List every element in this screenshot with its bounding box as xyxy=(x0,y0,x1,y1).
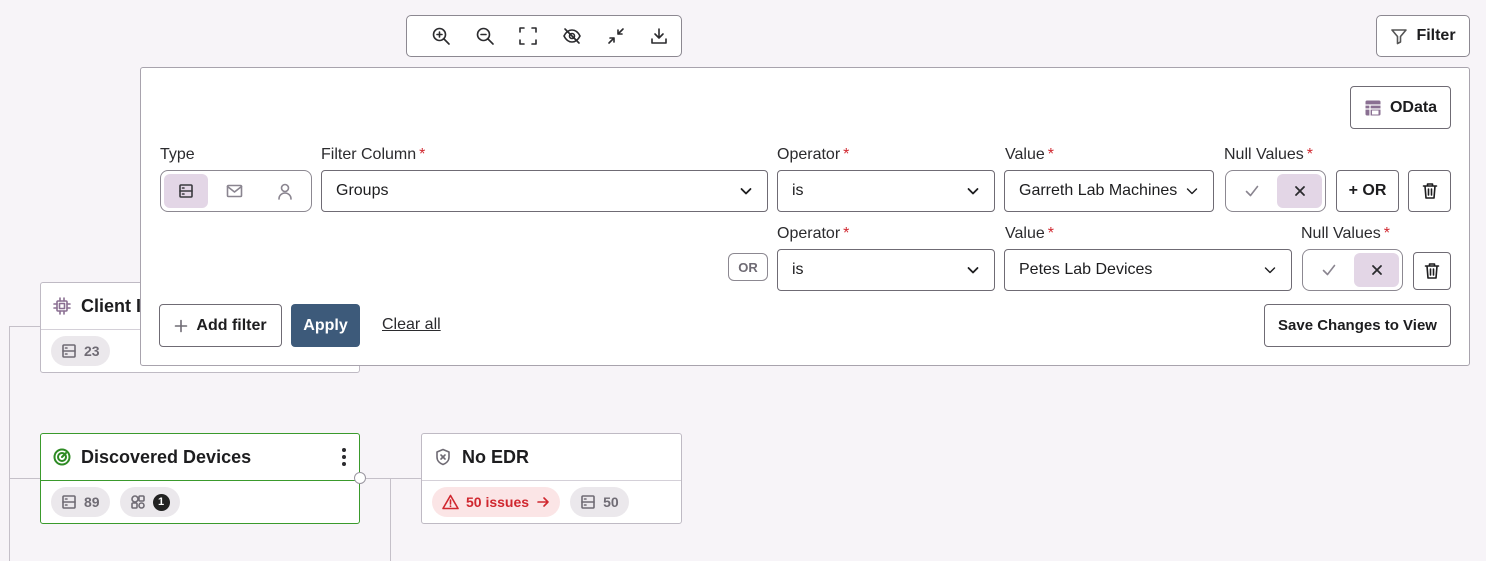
check-icon[interactable] xyxy=(1229,174,1275,208)
type-label: Type xyxy=(160,146,195,163)
shield-x-icon xyxy=(434,448,452,466)
filter-column-value: Groups xyxy=(336,182,389,199)
group-count-badge: 1 xyxy=(152,493,170,511)
email-type-option[interactable] xyxy=(210,174,259,208)
device-count: 89 xyxy=(84,494,100,510)
close-icon[interactable] xyxy=(1354,253,1399,287)
zoom-in-icon[interactable] xyxy=(419,16,463,56)
add-or-label: + OR xyxy=(1348,182,1387,199)
device-count: 23 xyxy=(84,343,100,359)
connector-line xyxy=(9,326,40,327)
null-values-label-2: Null Values * xyxy=(1301,225,1390,242)
filter-button-label: Filter xyxy=(1416,27,1456,44)
connector-line xyxy=(9,326,10,561)
server-icon xyxy=(61,494,77,510)
value-value: Garreth Lab Machines xyxy=(1019,182,1178,199)
operator-select[interactable]: is xyxy=(777,170,995,212)
value-value-2: Petes Lab Devices xyxy=(1019,261,1153,278)
chevron-down-icon xyxy=(1185,184,1199,198)
operator-value: is xyxy=(792,182,804,199)
operator-label: Operator * xyxy=(777,146,850,163)
download-icon[interactable] xyxy=(637,16,681,56)
or-chip: OR xyxy=(728,253,768,281)
hide-icon[interactable] xyxy=(550,16,594,56)
odata-button[interactable]: OData xyxy=(1350,86,1451,129)
client-node-title: Client I xyxy=(81,295,142,316)
connector-line xyxy=(9,478,40,479)
save-changes-label: Save Changes to View xyxy=(1278,317,1437,334)
canvas-toolbar xyxy=(406,15,682,57)
connector-line xyxy=(390,478,422,479)
funnel-icon xyxy=(1390,27,1408,45)
fit-screen-icon[interactable] xyxy=(506,16,550,56)
arrow-right-icon xyxy=(536,495,550,509)
filter-column-label: Filter Column * xyxy=(321,146,426,163)
odata-label: OData xyxy=(1389,98,1438,116)
device-count-pill[interactable]: 50 xyxy=(570,487,629,517)
trash-icon xyxy=(1424,262,1440,280)
zoom-out-icon[interactable] xyxy=(463,16,507,56)
group-shapes-icon xyxy=(130,494,146,510)
collapse-icon[interactable] xyxy=(594,16,638,56)
clear-all-link[interactable]: Clear all xyxy=(382,316,441,334)
delete-row-button-2[interactable] xyxy=(1413,252,1451,290)
filter-button[interactable]: Filter xyxy=(1376,15,1470,57)
check-icon[interactable] xyxy=(1306,253,1352,287)
connector-line xyxy=(366,478,390,479)
value-label-2: Value * xyxy=(1005,225,1054,242)
close-icon[interactable] xyxy=(1277,174,1322,208)
operator-label-2: Operator * xyxy=(777,225,850,242)
connector-handle[interactable] xyxy=(354,472,366,484)
null-values-toggle-2 xyxy=(1302,249,1403,291)
delete-row-button[interactable] xyxy=(1408,170,1451,212)
type-segmented-control xyxy=(160,170,312,212)
add-filter-label: Add filter xyxy=(196,316,267,334)
device-count: 50 xyxy=(603,494,619,510)
operator-value-2: is xyxy=(792,261,804,278)
discovered-devices-node[interactable]: Discovered Devices 89 1 xyxy=(40,433,360,524)
value-label: Value * xyxy=(1005,146,1054,163)
chevron-down-icon xyxy=(1263,263,1277,277)
device-count-pill[interactable]: 89 xyxy=(51,487,110,517)
more-vertical-icon[interactable] xyxy=(341,447,347,467)
chevron-down-icon xyxy=(966,263,980,277)
add-or-button[interactable]: + OR xyxy=(1336,170,1399,212)
chevron-down-icon xyxy=(739,184,753,198)
apply-button[interactable]: Apply xyxy=(291,304,360,347)
value-select-2[interactable]: Petes Lab Devices xyxy=(1004,249,1292,291)
null-values-toggle xyxy=(1225,170,1326,212)
null-values-label: Null Values * xyxy=(1224,146,1313,163)
plus-icon xyxy=(174,319,188,333)
filter-column-select[interactable]: Groups xyxy=(321,170,768,212)
warning-icon xyxy=(442,494,459,510)
radar-icon xyxy=(53,448,71,466)
server-icon xyxy=(580,494,596,510)
connector-line xyxy=(390,478,391,561)
table-icon xyxy=(1364,99,1382,117)
trash-icon xyxy=(1422,182,1438,200)
operator-select-2[interactable]: is xyxy=(777,249,995,291)
no-edr-title: No EDR xyxy=(462,446,529,467)
chevron-down-icon xyxy=(966,184,980,198)
device-type-option[interactable] xyxy=(164,174,209,208)
group-pill[interactable]: 1 xyxy=(119,487,180,517)
server-icon xyxy=(61,343,77,359)
chip-icon xyxy=(53,297,71,315)
issues-count: 50 issues xyxy=(466,494,530,510)
issues-pill[interactable]: 50 issues xyxy=(432,487,561,517)
discovered-devices-title: Discovered Devices xyxy=(81,446,252,467)
user-type-option[interactable] xyxy=(261,174,308,208)
no-edr-node[interactable]: No EDR 50 issues 50 xyxy=(421,433,682,524)
device-count-pill[interactable]: 23 xyxy=(51,336,110,366)
value-select[interactable]: Garreth Lab Machines xyxy=(1004,170,1214,212)
add-filter-button[interactable]: Add filter xyxy=(159,304,282,347)
save-changes-button[interactable]: Save Changes to View xyxy=(1264,304,1451,347)
